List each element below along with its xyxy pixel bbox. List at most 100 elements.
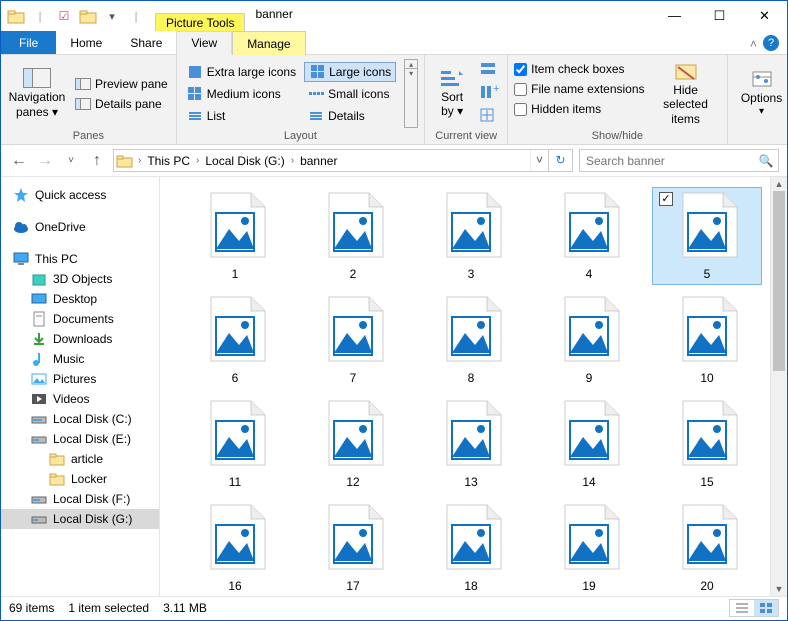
tree-item[interactable]: Locker	[1, 469, 159, 489]
tree-icon	[31, 311, 47, 327]
tree-item[interactable]: 3D Objects	[1, 269, 159, 289]
recent-locations-button[interactable]: ˅	[61, 155, 81, 166]
file-item[interactable]: ✓4	[534, 187, 644, 285]
scroll-thumb[interactable]	[773, 191, 785, 371]
chevron-right-icon[interactable]: ›	[194, 155, 201, 166]
navigation-pane[interactable]: Quick access OneDrive This PC 3D Objects…	[1, 177, 160, 596]
tree-quick-access[interactable]: Quick access	[1, 185, 159, 205]
tab-file[interactable]: File	[1, 31, 56, 54]
options-button[interactable]: Options ▾	[734, 59, 788, 128]
address-dropdown-icon[interactable]: ˅	[530, 150, 548, 171]
folder-icon[interactable]	[5, 5, 27, 27]
crumb-banner[interactable]: banner	[296, 150, 341, 171]
tree-item[interactable]: Documents	[1, 309, 159, 329]
help-icon[interactable]: ?	[763, 35, 779, 51]
context-tab-picture-tools[interactable]: Picture Tools	[155, 13, 245, 31]
file-item[interactable]: ✓2	[298, 187, 408, 285]
preview-pane-button[interactable]: Preview pane	[73, 76, 170, 92]
forward-button[interactable]: →	[35, 152, 55, 170]
tree-item[interactable]: Local Disk (F:)	[1, 489, 159, 509]
file-item[interactable]: ✓16	[180, 499, 290, 596]
chevron-right-icon[interactable]: ›	[136, 155, 143, 166]
tree-item[interactable]: Local Disk (C:)	[1, 409, 159, 429]
tab-share[interactable]: Share	[116, 31, 176, 54]
file-item[interactable]: ✓9	[534, 291, 644, 389]
tree-item[interactable]: article	[1, 449, 159, 469]
layout-gallery-spinner[interactable]: ▴▾	[404, 59, 418, 128]
navigation-pane-button[interactable]: Navigation panes ▾	[7, 59, 67, 128]
tree-item[interactable]: Music	[1, 349, 159, 369]
file-item[interactable]: ✓8	[416, 291, 526, 389]
file-list[interactable]: ✓1✓2✓3✓4✓5✓6✓7✓8✓9✓10✓11✓12✓13✓14✓15✓16✓…	[160, 177, 770, 596]
layout-details[interactable]: Details	[304, 106, 396, 126]
layout-large[interactable]: Large icons	[304, 62, 396, 82]
layout-medium[interactable]: Medium icons	[183, 84, 300, 104]
hide-selected-items-button[interactable]: Hide selected items	[651, 59, 721, 128]
maximize-button[interactable]: ☐	[697, 1, 742, 30]
tab-view[interactable]: View	[176, 31, 232, 55]
file-item[interactable]: ✓17	[298, 499, 408, 596]
address-bar[interactable]: › This PC › Local Disk (G:) › banner ˅ ↻	[113, 149, 573, 172]
file-name: 16	[228, 579, 241, 593]
tree-item[interactable]: Downloads	[1, 329, 159, 349]
search-box[interactable]: 🔍	[579, 149, 779, 172]
file-name-extensions-toggle[interactable]: File name extensions	[514, 81, 644, 97]
qat-check-icon[interactable]: ☑	[53, 5, 75, 27]
search-input[interactable]	[580, 154, 754, 168]
scroll-down-icon[interactable]: ▼	[771, 582, 787, 596]
minimize-button[interactable]: —	[652, 1, 697, 30]
tree-this-pc[interactable]: This PC	[1, 249, 159, 269]
up-button[interactable]: ↑	[87, 152, 107, 170]
tree-icon	[31, 351, 47, 367]
file-item[interactable]: ✓5	[652, 187, 762, 285]
qat-folder-icon[interactable]	[77, 5, 99, 27]
file-item[interactable]: ✓1	[180, 187, 290, 285]
group-by-button[interactable]	[479, 61, 501, 80]
layout-list[interactable]: List	[183, 106, 300, 126]
file-item[interactable]: ✓18	[416, 499, 526, 596]
file-item[interactable]: ✓19	[534, 499, 644, 596]
file-item[interactable]: ✓7	[298, 291, 408, 389]
sort-by-button[interactable]: Sort by ▾	[431, 59, 473, 128]
tree-item[interactable]: Local Disk (E:)	[1, 429, 159, 449]
file-item[interactable]: ✓15	[652, 395, 762, 493]
tree-item[interactable]: Pictures	[1, 369, 159, 389]
back-button[interactable]: ←	[9, 152, 29, 170]
add-columns-button[interactable]: +	[479, 84, 501, 103]
search-icon[interactable]: 🔍	[754, 154, 778, 168]
crumb-disk-g[interactable]: Local Disk (G:)	[201, 150, 288, 171]
address-bar-row: ← → ˅ ↑ › This PC › Local Disk (G:) › ba…	[1, 145, 787, 177]
tree-item[interactable]: Desktop	[1, 289, 159, 309]
file-item[interactable]: ✓3	[416, 187, 526, 285]
hidden-items-toggle[interactable]: Hidden items	[514, 101, 644, 117]
layout-extra-large[interactable]: Extra large icons	[183, 62, 300, 82]
close-button[interactable]: ✕	[742, 1, 787, 30]
qat-dropdown-icon[interactable]: ▾	[101, 5, 123, 27]
file-item[interactable]: ✓12	[298, 395, 408, 493]
tree-item[interactable]: Local Disk (G:)	[1, 509, 159, 529]
item-checkbox[interactable]: ✓	[659, 192, 673, 206]
tab-manage[interactable]: Manage	[232, 31, 305, 55]
tree-onedrive[interactable]: OneDrive	[1, 217, 159, 237]
crumb-this-pc[interactable]: This PC	[143, 150, 194, 171]
tab-home[interactable]: Home	[56, 31, 116, 54]
size-columns-button[interactable]	[479, 107, 501, 126]
thumbnails-view-button[interactable]	[754, 600, 778, 616]
file-item[interactable]: ✓10	[652, 291, 762, 389]
file-item[interactable]: ✓13	[416, 395, 526, 493]
chevron-right-icon[interactable]: ›	[289, 155, 296, 166]
tree-icon	[31, 411, 47, 427]
details-pane-button[interactable]: Details pane	[73, 96, 170, 112]
vertical-scrollbar[interactable]: ▲ ▼	[770, 177, 787, 596]
file-item[interactable]: ✓11	[180, 395, 290, 493]
scroll-up-icon[interactable]: ▲	[771, 177, 787, 191]
file-item[interactable]: ✓20	[652, 499, 762, 596]
refresh-button[interactable]: ↻	[548, 150, 572, 171]
details-view-button[interactable]	[730, 600, 754, 616]
file-item[interactable]: ✓6	[180, 291, 290, 389]
file-item[interactable]: ✓14	[534, 395, 644, 493]
layout-small[interactable]: Small icons	[304, 84, 396, 104]
item-check-boxes-toggle[interactable]: Item check boxes	[514, 61, 644, 77]
tree-item[interactable]: Videos	[1, 389, 159, 409]
collapse-ribbon-icon[interactable]: ˄	[750, 37, 757, 51]
